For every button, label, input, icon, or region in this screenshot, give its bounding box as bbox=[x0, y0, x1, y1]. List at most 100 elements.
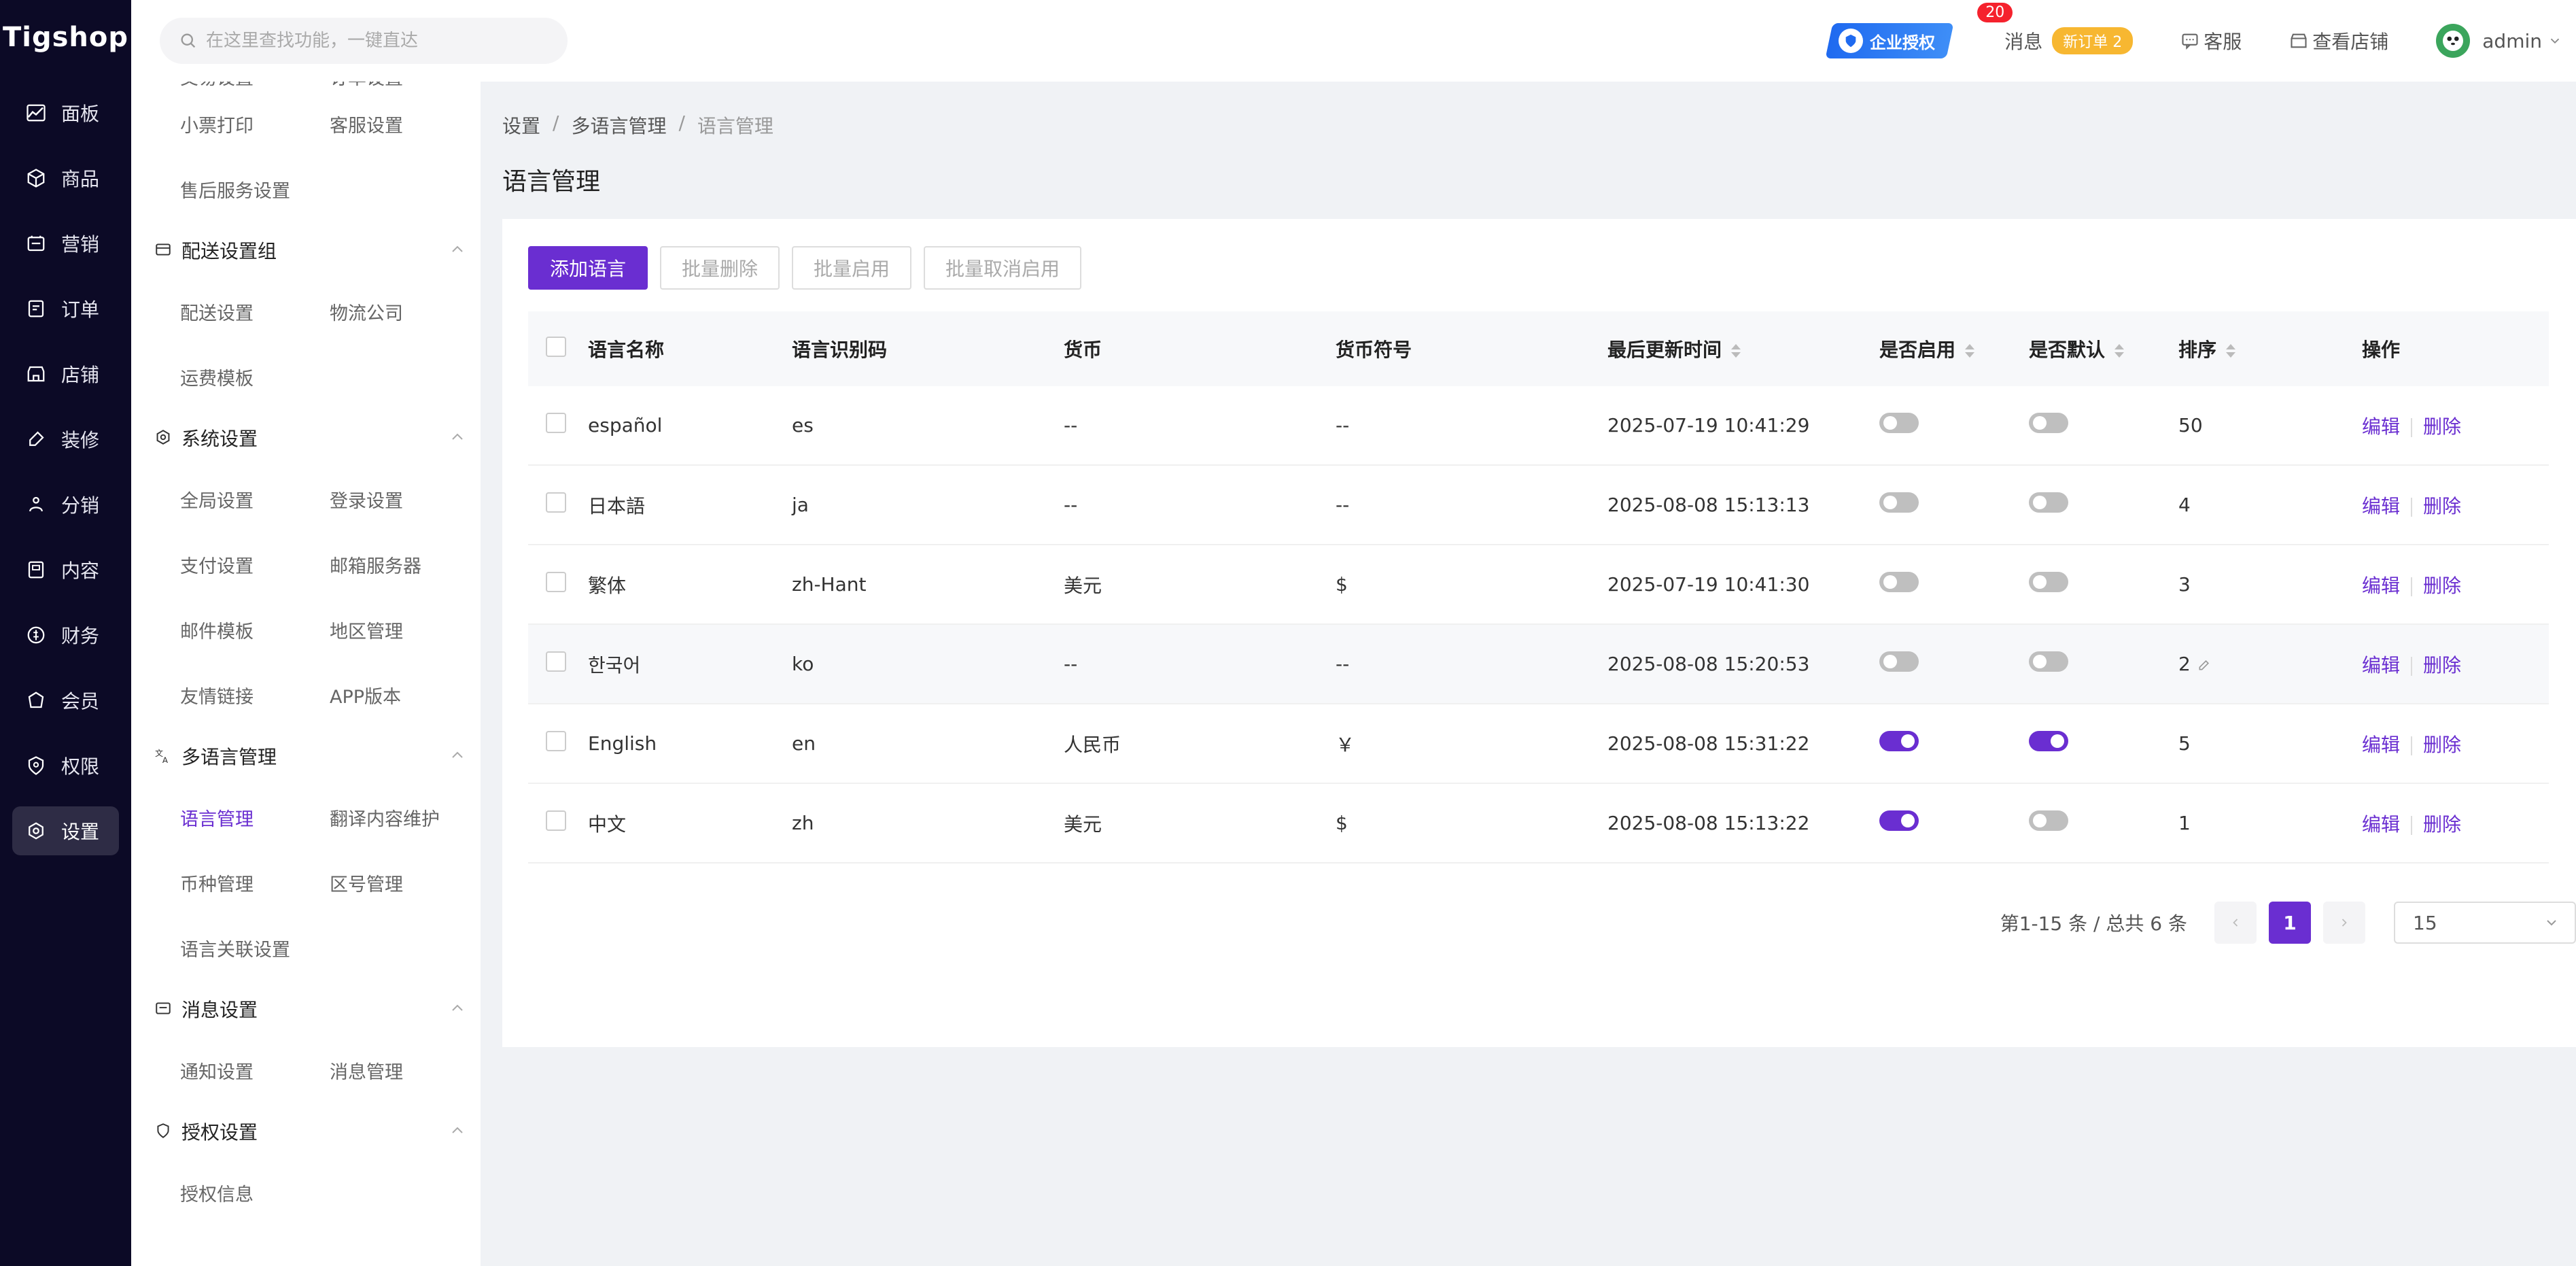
submenu-item-login[interactable]: 登录设置 bbox=[330, 486, 479, 513]
enterprise-auth-badge[interactable]: 企业授权 bbox=[1825, 23, 1954, 58]
breadcrumb-i18n[interactable]: 多语言管理 bbox=[571, 112, 666, 139]
sort-icon[interactable] bbox=[1965, 344, 1975, 358]
select-all-checkbox[interactable] bbox=[546, 336, 566, 357]
submenu-item-mailserver[interactable]: 邮箱服务器 bbox=[330, 551, 479, 578]
view-store-link[interactable]: 查看店铺 bbox=[2289, 27, 2388, 54]
default-toggle[interactable] bbox=[2029, 731, 2068, 751]
rail-item-permission[interactable]: 权限 bbox=[12, 741, 119, 790]
prev-page-button[interactable] bbox=[2214, 902, 2257, 944]
submenu-item-aftersale[interactable]: 售后服务设置 bbox=[180, 176, 330, 203]
enabled-toggle[interactable] bbox=[1879, 651, 1919, 672]
enabled-toggle[interactable] bbox=[1879, 810, 1919, 831]
app-logo[interactable]: Tigshop bbox=[0, 0, 131, 75]
submenu-item-translation[interactable]: 翻译内容维护 bbox=[330, 804, 479, 831]
header-updated-cell[interactable]: 最后更新时间 bbox=[1607, 335, 1879, 362]
edit-link[interactable]: 编辑 bbox=[2362, 813, 2400, 836]
submenu-item-msgmgmt[interactable]: 消息管理 bbox=[330, 1057, 479, 1084]
submenu-item-app[interactable]: APP版本 bbox=[330, 682, 479, 708]
cell-sort-wrap[interactable]: 4 bbox=[2178, 494, 2362, 516]
submenu-group-auth[interactable]: 授权设置 bbox=[131, 1103, 481, 1160]
row-checkbox[interactable] bbox=[546, 810, 566, 831]
default-toggle[interactable] bbox=[2029, 413, 2068, 433]
cell-sort-wrap[interactable]: 2 bbox=[2178, 653, 2362, 675]
edit-link[interactable]: 编辑 bbox=[2362, 575, 2400, 597]
rail-item-member[interactable]: 会员 bbox=[12, 676, 119, 725]
cell-sort-wrap[interactable]: 1 bbox=[2178, 812, 2362, 834]
submenu-item-language[interactable]: 语言管理 bbox=[180, 804, 330, 831]
delete-link[interactable]: 删除 bbox=[2423, 734, 2461, 756]
rail-item-content[interactable]: 内容 bbox=[12, 545, 119, 594]
sort-icon[interactable] bbox=[2226, 344, 2236, 358]
header-default-cell[interactable]: 是否默认 bbox=[2029, 335, 2178, 362]
edit-link[interactable]: 编辑 bbox=[2362, 415, 2400, 438]
messages-button[interactable]: 20 消息 新订单 2 bbox=[1977, 3, 2134, 54]
rail-item-finance[interactable]: 财务 bbox=[12, 611, 119, 660]
enabled-toggle[interactable] bbox=[1879, 572, 1919, 592]
rail-item-settings[interactable]: 设置 bbox=[12, 806, 119, 855]
new-order-badge[interactable]: 新订单 2 bbox=[2052, 27, 2134, 54]
delete-link[interactable]: 删除 bbox=[2423, 654, 2461, 677]
submenu-item-global[interactable]: 全局设置 bbox=[180, 486, 330, 513]
submenu-item-authinfo[interactable]: 授权信息 bbox=[180, 1180, 330, 1206]
row-checkbox[interactable] bbox=[546, 731, 566, 751]
enabled-toggle[interactable] bbox=[1879, 413, 1919, 433]
submenu-item-mailtemplate[interactable]: 邮件模板 bbox=[180, 617, 330, 643]
submenu-group-messages[interactable]: 消息设置 bbox=[131, 980, 481, 1038]
search-box[interactable] bbox=[160, 18, 568, 64]
batch-delete-button[interactable]: 批量删除 bbox=[660, 246, 780, 290]
edit-link[interactable]: 编辑 bbox=[2362, 654, 2400, 677]
rail-item-box[interactable]: 商品 bbox=[12, 154, 119, 203]
row-checkbox[interactable] bbox=[546, 492, 566, 513]
default-toggle[interactable] bbox=[2029, 810, 2068, 831]
delete-link[interactable]: 删除 bbox=[2423, 495, 2461, 517]
sort-icon[interactable] bbox=[1731, 344, 1741, 358]
submenu-group-i18n[interactable]: 文A 多语言管理 bbox=[131, 728, 481, 785]
header-sort-cell[interactable]: 排序 bbox=[2178, 335, 2362, 362]
add-language-button[interactable]: 添加语言 bbox=[528, 246, 648, 290]
header-enabled-cell[interactable]: 是否启用 bbox=[1879, 335, 2029, 362]
sort-icon[interactable] bbox=[2114, 344, 2125, 358]
delete-link[interactable]: 删除 bbox=[2423, 415, 2461, 438]
submenu-group-shipping[interactable]: 配送设置组 bbox=[131, 222, 481, 279]
submenu-item-links[interactable]: 友情链接 bbox=[180, 682, 330, 708]
page-number-button[interactable]: 1 bbox=[2269, 902, 2311, 944]
submenu-item-cs[interactable]: 客服设置 bbox=[330, 111, 479, 137]
submenu-item-currency[interactable]: 币种管理 bbox=[180, 870, 330, 896]
row-checkbox[interactable] bbox=[546, 413, 566, 433]
pencil-icon[interactable] bbox=[2197, 658, 2211, 672]
edit-link[interactable]: 编辑 bbox=[2362, 495, 2400, 517]
batch-disable-button[interactable]: 批量取消启用 bbox=[924, 246, 1082, 290]
enabled-toggle[interactable] bbox=[1879, 492, 1919, 513]
submenu-item-notify[interactable]: 通知设置 bbox=[180, 1057, 330, 1084]
breadcrumb-settings[interactable]: 设置 bbox=[502, 112, 540, 139]
rail-item-distribution[interactable]: 分销 bbox=[12, 480, 119, 529]
submenu-item-trade[interactable]: 交易设置 bbox=[180, 82, 330, 90]
submenu-item-order[interactable]: 订单设置 bbox=[330, 82, 479, 90]
user-menu[interactable]: admin bbox=[2436, 24, 2562, 58]
submenu-item-areacode[interactable]: 区号管理 bbox=[330, 870, 479, 896]
submenu-item-payment[interactable]: 支付设置 bbox=[180, 551, 330, 578]
default-toggle[interactable] bbox=[2029, 651, 2068, 672]
delete-link[interactable]: 删除 bbox=[2423, 575, 2461, 597]
delete-link[interactable]: 删除 bbox=[2423, 813, 2461, 836]
default-toggle[interactable] bbox=[2029, 492, 2068, 513]
batch-enable-button[interactable]: 批量启用 bbox=[792, 246, 912, 290]
rail-item-brush[interactable]: 装修 bbox=[12, 415, 119, 464]
row-checkbox[interactable] bbox=[546, 572, 566, 592]
cell-sort-wrap[interactable]: 50 bbox=[2178, 414, 2362, 437]
next-page-button[interactable] bbox=[2323, 902, 2365, 944]
rail-item-order[interactable]: 订单 bbox=[12, 284, 119, 333]
rail-item-dashboard[interactable]: 面板 bbox=[12, 88, 119, 137]
page-size-select[interactable]: 15 bbox=[2394, 902, 2576, 944]
rail-item-store[interactable]: 店铺 bbox=[12, 349, 119, 398]
customer-service-link[interactable]: 客服 bbox=[2180, 27, 2242, 54]
default-toggle[interactable] bbox=[2029, 572, 2068, 592]
submenu-group-system[interactable]: 系统设置 bbox=[131, 409, 481, 466]
submenu-item-shipping[interactable]: 配送设置 bbox=[180, 298, 330, 325]
submenu-item-freight[interactable]: 运费模板 bbox=[180, 364, 330, 390]
submenu-item-logistics[interactable]: 物流公司 bbox=[330, 298, 479, 325]
row-checkbox[interactable] bbox=[546, 651, 566, 672]
submenu-item-langlink[interactable]: 语言关联设置 bbox=[180, 935, 384, 961]
cell-sort-wrap[interactable]: 5 bbox=[2178, 732, 2362, 755]
enabled-toggle[interactable] bbox=[1879, 731, 1919, 751]
